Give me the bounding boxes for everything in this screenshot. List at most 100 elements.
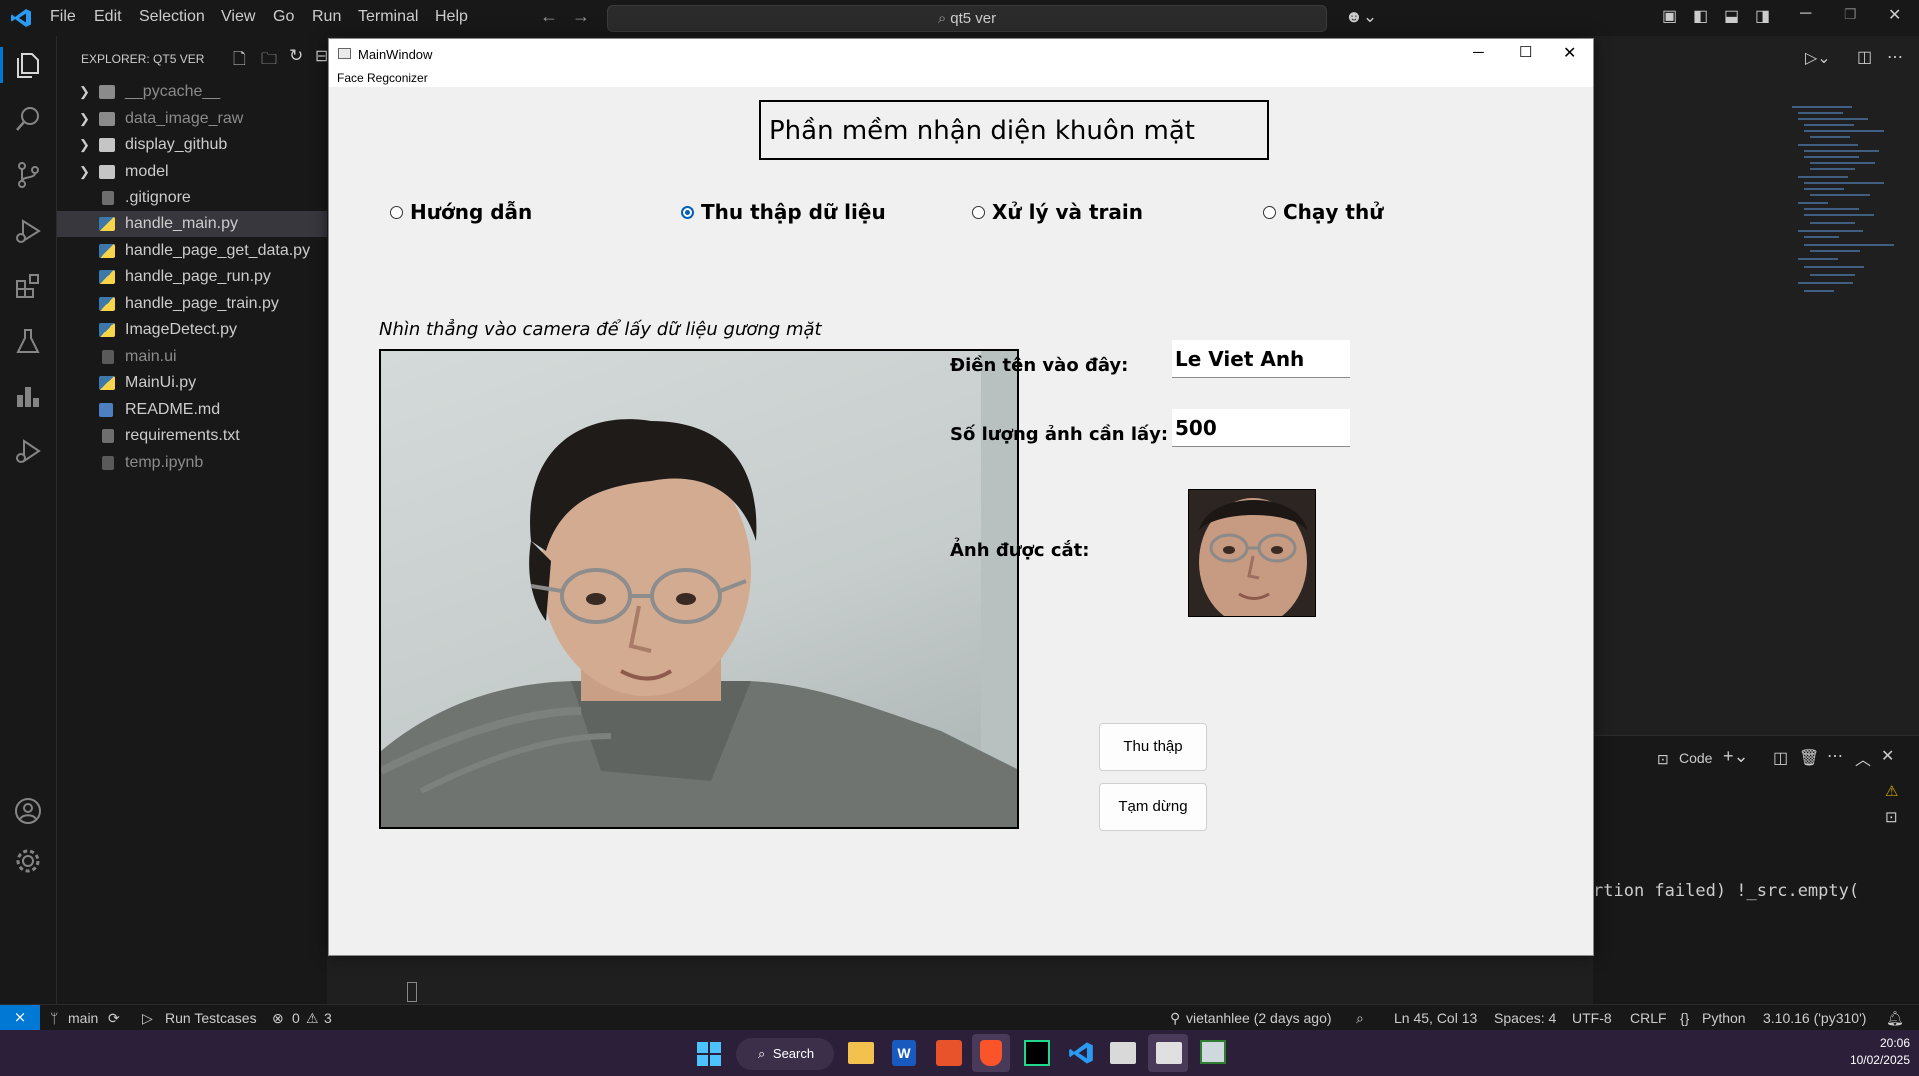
more-icon[interactable]: ⋯ [1827, 746, 1843, 766]
tree-file-temp-ipynb[interactable]: temp.ipynb [57, 450, 327, 476]
extensions-icon[interactable] [12, 271, 44, 303]
error-count[interactable]: 0 [292, 1005, 300, 1031]
tree-folder-pycache[interactable]: ❯ __pycache__ [57, 79, 327, 105]
tab-huong-dan[interactable]: Hướng dẫn [390, 200, 550, 226]
close-icon[interactable]: ✕ [1563, 43, 1576, 63]
tree-file-handle-main[interactable]: handle_main.py [57, 211, 327, 237]
tree-file-imagedetect[interactable]: ImageDetect.py [57, 317, 327, 343]
warning-count[interactable]: 3 [324, 1005, 332, 1031]
new-terminal-icon[interactable]: +⌄ [1723, 746, 1749, 767]
accounts-icon[interactable] [12, 796, 44, 828]
tab-xu-ly-va-train[interactable]: Xử lý và train [972, 200, 1162, 226]
terminal-instance-icon[interactable]: ⊡ [1885, 808, 1898, 826]
copilot-icon[interactable]: ☻⌄ [1345, 7, 1377, 27]
refresh-icon[interactable]: ↻ [289, 46, 303, 66]
line-ending[interactable]: CRLF [1630, 1005, 1667, 1031]
maximize-panel-icon[interactable]: ︿ [1855, 746, 1871, 770]
qt-window-titlebar[interactable]: MainWindow ─ ☐ ✕ [329, 39, 1593, 69]
encoding[interactable]: UTF-8 [1572, 1005, 1612, 1031]
tab-thu-thap-du-lieu[interactable]: Thu thập dữ liệu [681, 200, 891, 226]
app-orange-icon[interactable] [936, 1040, 962, 1066]
close-panel-icon[interactable]: ✕ [1881, 746, 1894, 766]
brave-browser-icon[interactable] [980, 1040, 1002, 1066]
clock-date[interactable]: 10/02/2025 [1838, 1053, 1910, 1067]
tree-file-main-ui[interactable]: main.ui [57, 344, 327, 370]
pycharm-icon[interactable] [1024, 1040, 1050, 1066]
tree-file-readme[interactable]: README.md [57, 397, 327, 423]
name-input[interactable]: Le Viet Anh [1172, 340, 1350, 378]
close-icon[interactable]: ✕ [1888, 5, 1901, 25]
menu-view[interactable]: View [221, 8, 255, 26]
qt-window-icon[interactable] [1156, 1042, 1182, 1064]
run-debug-icon[interactable] [12, 216, 44, 248]
new-file-icon[interactable]: 🗋 [233, 48, 246, 75]
collect-button[interactable]: Thu thập [1099, 723, 1207, 771]
python-interpreter[interactable]: 3.10.16 ('py310') [1763, 1005, 1866, 1031]
manage-gear-icon[interactable] [12, 846, 44, 878]
split-terminal-icon[interactable]: ◫ [1773, 748, 1788, 768]
branch-name[interactable]: main [68, 1005, 98, 1031]
toggle-panel-icon[interactable]: ⬓ [1724, 6, 1739, 26]
menu-edit[interactable]: Edit [94, 8, 122, 26]
layout-customize-icon[interactable]: ▣ [1662, 6, 1677, 26]
qt-app-icon[interactable] [1110, 1042, 1136, 1064]
python-window-icon[interactable] [1200, 1040, 1226, 1064]
run-testcases[interactable]: Run Testcases [165, 1005, 257, 1031]
tree-folder-data-image-raw[interactable]: ❯ data_image_raw [57, 106, 327, 132]
testing-icon[interactable] [12, 326, 44, 358]
windows-start-icon[interactable] [697, 1042, 721, 1066]
terminal-label[interactable]: Code [1679, 750, 1712, 766]
tree-file-handle-page-train[interactable]: handle_page_train.py [57, 291, 327, 317]
toggle-secondary-sidebar-icon[interactable]: ◨ [1755, 6, 1770, 26]
cursor-position[interactable]: Ln 45, Col 13 [1394, 1005, 1477, 1031]
run-file-icon[interactable]: ▷⌄ [1805, 48, 1831, 68]
git-blame[interactable]: vietanhlee (2 days ago) [1186, 1005, 1332, 1031]
trash-icon[interactable]: 🗑 [1799, 748, 1819, 768]
charts-icon[interactable] [12, 381, 44, 413]
command-center-search[interactable]: ⌕ qt5 ver [607, 5, 1327, 32]
tree-file-mainui[interactable]: MainUi.py [57, 370, 327, 396]
warning-icon[interactable]: ⚠ [1885, 782, 1898, 800]
menu-face-recognizer[interactable]: Face Regconizer [337, 71, 428, 85]
explorer-icon[interactable] [12, 50, 44, 82]
minimize-icon[interactable]: ─ [1473, 44, 1484, 61]
language-mode[interactable]: Python [1702, 1005, 1746, 1031]
tree-folder-display-github[interactable]: ❯ display_github [57, 132, 327, 158]
tree-file-handle-page-get-data[interactable]: handle_page_get_data.py [57, 238, 327, 264]
remote-icon[interactable]: ⨯ [0, 1005, 40, 1030]
bell-icon[interactable]: 🔔︎ [1886, 1005, 1904, 1031]
minimize-icon[interactable]: ─ [1800, 5, 1811, 23]
tree-file-requirements[interactable]: requirements.txt [57, 423, 327, 449]
menu-help[interactable]: Help [435, 8, 468, 26]
more-actions-icon[interactable]: ⋯ [1887, 47, 1903, 67]
image-count-input[interactable]: 500 [1172, 409, 1350, 447]
source-control-icon[interactable] [12, 160, 44, 192]
split-editor-icon[interactable]: ◫ [1857, 47, 1872, 67]
tree-file-gitignore[interactable]: .gitignore [57, 185, 327, 211]
menu-terminal[interactable]: Terminal [358, 8, 418, 26]
menu-run[interactable]: Run [312, 8, 341, 26]
file-explorer-icon[interactable] [848, 1042, 874, 1064]
menu-go[interactable]: Go [273, 8, 294, 26]
maximize-icon[interactable]: ❐ [1844, 6, 1857, 23]
back-arrow-icon[interactable]: ← [540, 6, 558, 27]
clock-time[interactable]: 20:06 [1858, 1036, 1910, 1050]
tree-file-handle-page-run[interactable]: handle_page_run.py [57, 264, 327, 290]
menu-file[interactable]: File [50, 8, 76, 26]
toggle-sidebar-icon[interactable]: ◧ [1693, 6, 1708, 26]
pause-button[interactable]: Tạm dừng [1099, 783, 1207, 831]
tree-folder-model[interactable]: ❯ model [57, 159, 327, 185]
indentation[interactable]: Spaces: 4 [1494, 1005, 1556, 1031]
tab-chay-thu[interactable]: Chạy thử [1263, 200, 1393, 226]
vscode-taskbar-icon[interactable] [1068, 1040, 1094, 1066]
zoom-icon[interactable]: ⌕ [1356, 1005, 1364, 1031]
minimap[interactable] [1790, 100, 1900, 350]
search-icon[interactable] [12, 104, 44, 136]
forward-arrow-icon[interactable]: → [572, 6, 590, 27]
menu-selection[interactable]: Selection [139, 8, 205, 26]
sync-icon[interactable]: ⟳ [108, 1005, 120, 1031]
maximize-icon[interactable]: ☐ [1519, 43, 1532, 61]
new-folder-icon[interactable]: 🗀 [261, 48, 277, 75]
word-icon[interactable]: W [892, 1040, 916, 1066]
run-tests-icon[interactable] [12, 436, 44, 468]
